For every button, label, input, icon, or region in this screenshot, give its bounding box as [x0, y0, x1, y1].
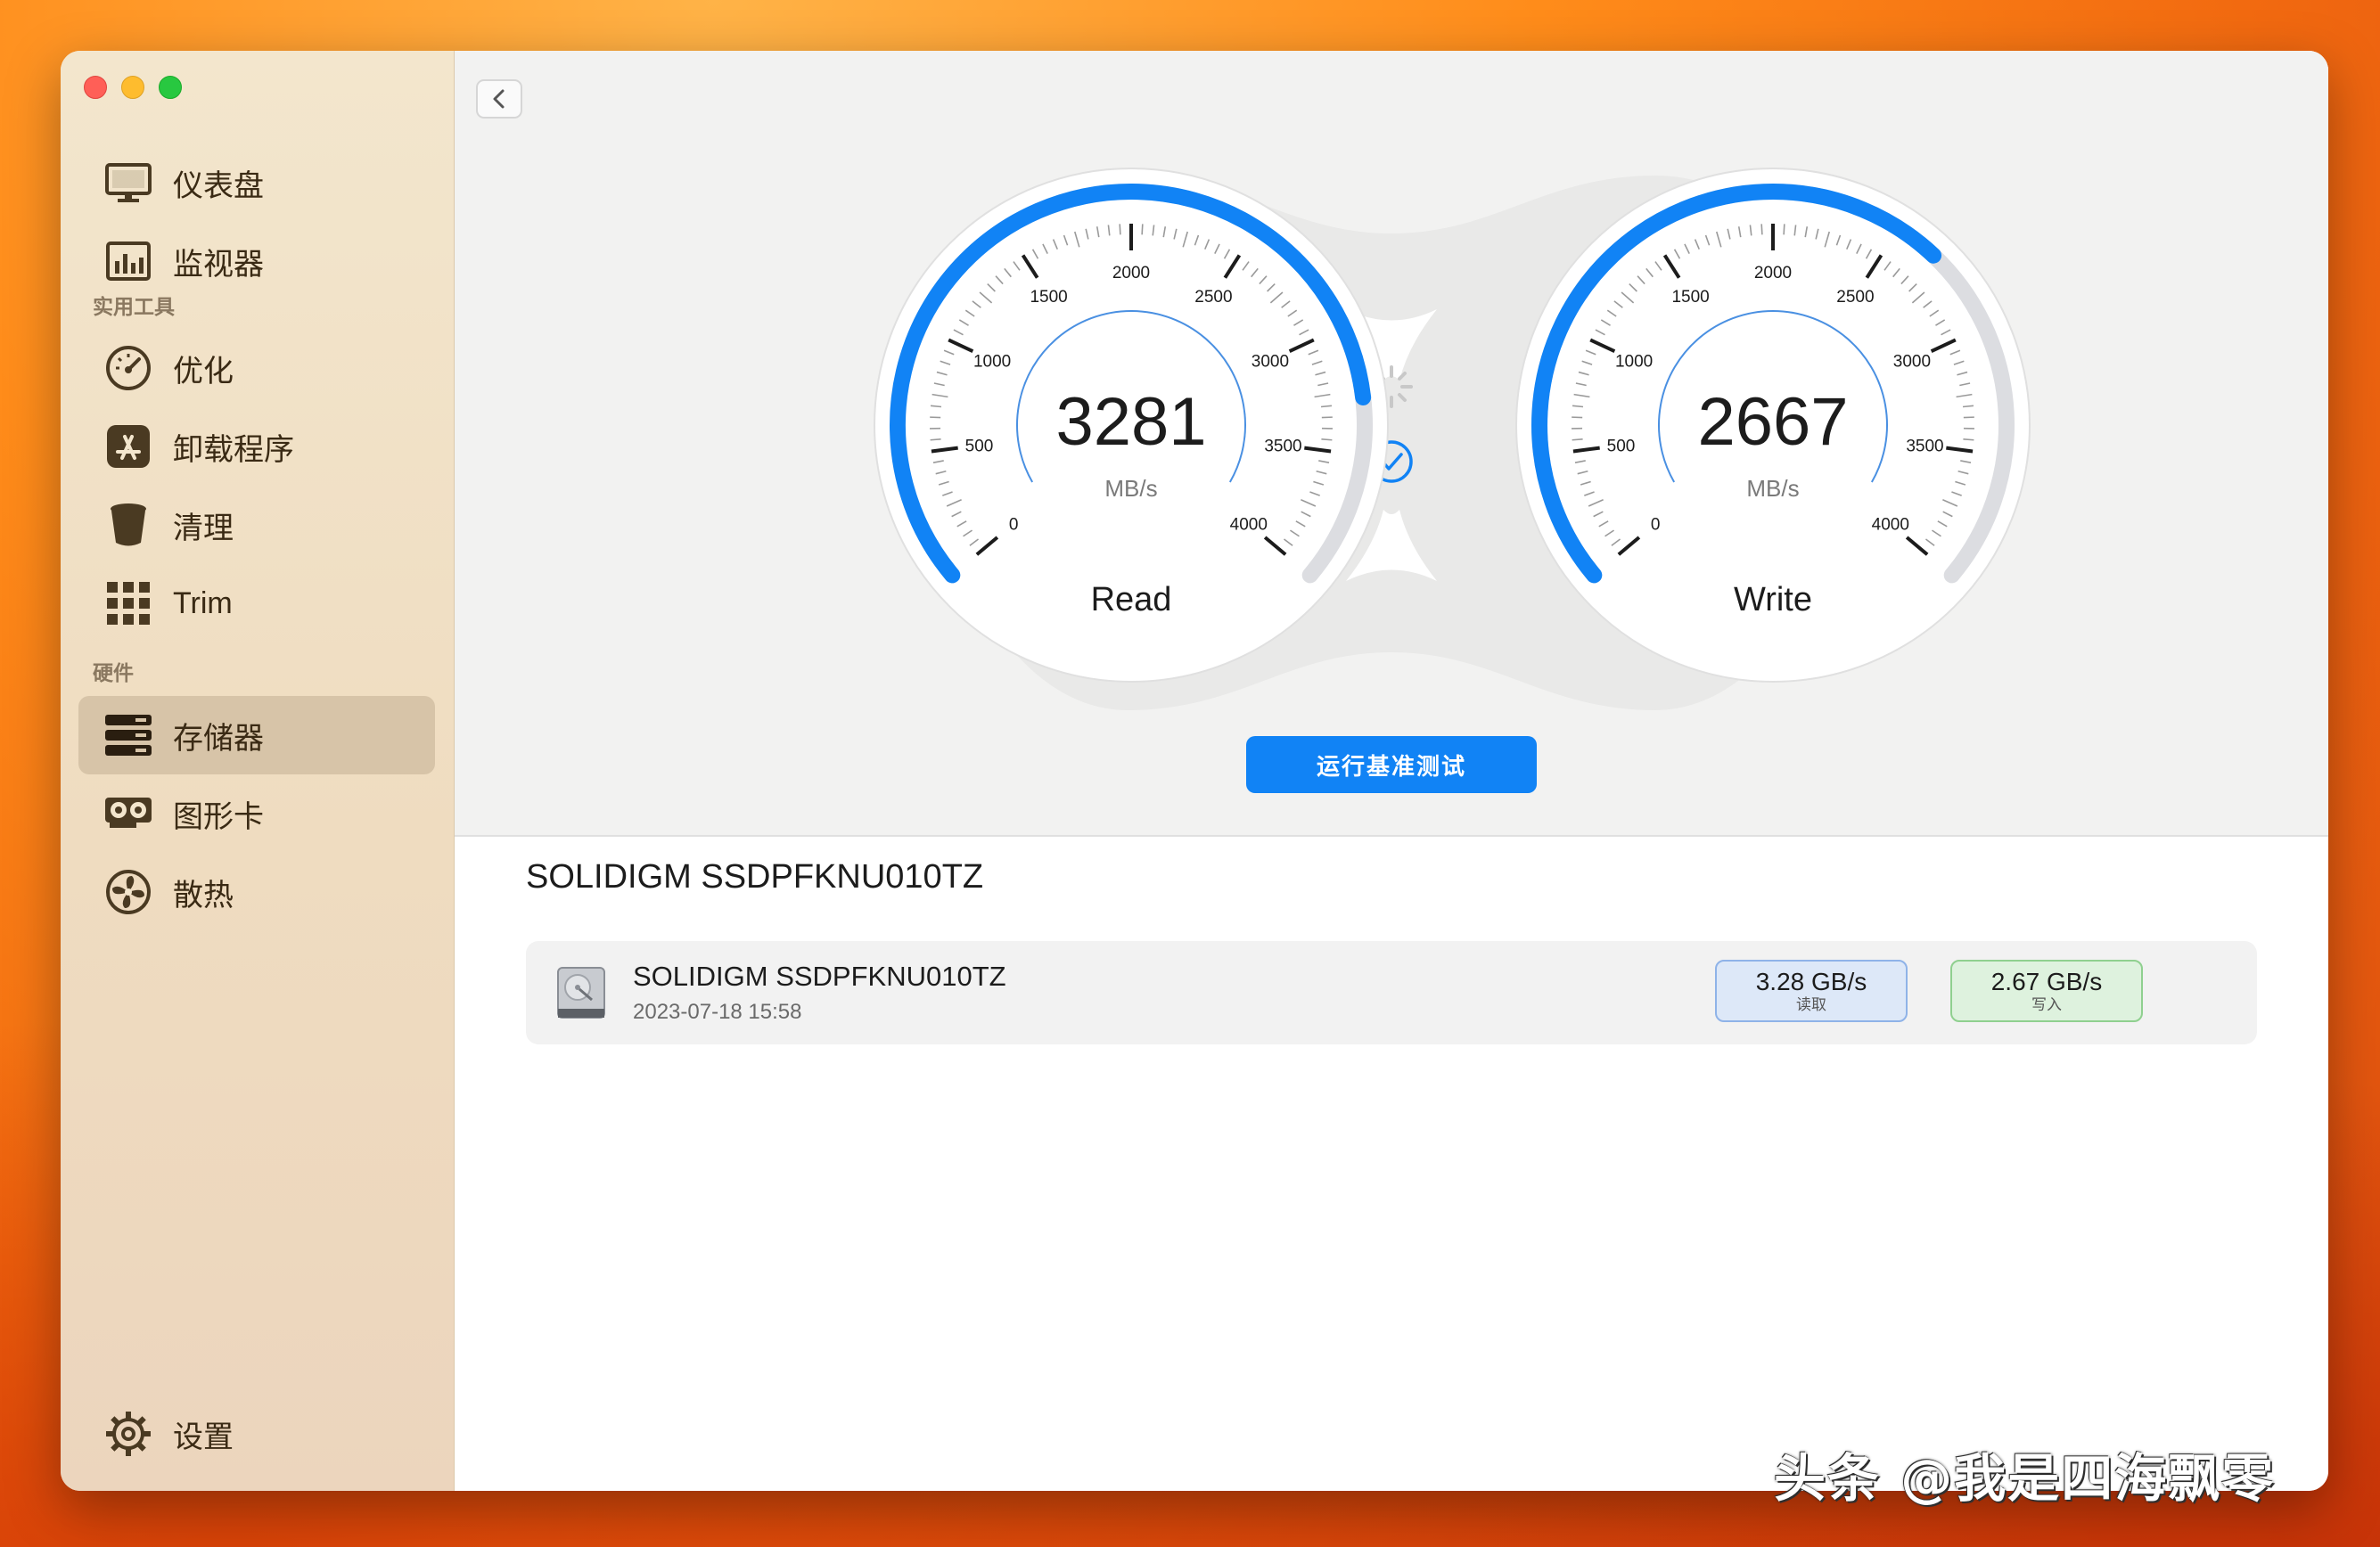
write-gauge-tick-label: 1000 [1615, 352, 1653, 371]
write-gauge-tick [1760, 224, 1763, 235]
gauges-graphic: 0 500 1000 1500 2000 2500 3000 3500 4000 3281 MB… [874, 168, 2031, 710]
read-speed-value: 3.28 GB/s [1755, 968, 1867, 995]
sidebar-item-clean[interactable]: 清理 [78, 486, 435, 564]
write-gauge-tick [1963, 438, 1974, 441]
write-gauge-tick-label: 3500 [1906, 438, 1943, 456]
benchmark-result-row[interactable]: SOLIDIGM SSDPFKNU010TZ 2023-07-18 15:58 … [526, 941, 2257, 1044]
sidebar-item-uninstaller[interactable]: 卸载程序 [78, 407, 435, 486]
sidebar-item-label: 设置 [173, 1419, 234, 1455]
gpu-icon [103, 789, 153, 839]
sidebar: 仪表盘 监视器 实用工具 优化 卸载程序 清理 Trim 硬件 存储器 图形卡 … [61, 51, 455, 1491]
fan-icon [103, 867, 153, 917]
write-speed-badge: 2.67 GB/s 写入 [1950, 960, 2143, 1022]
read-gauge: 0 500 1000 1500 2000 2500 3000 3500 4000 3281 MB… [874, 168, 1389, 683]
write-gauge-tick-label: 4000 [1872, 516, 1909, 535]
benchmark-panel: 0 500 1000 1500 2000 2500 3000 3500 4000 3281 MB… [455, 51, 2328, 837]
sidebar-item-label: 卸载程序 [173, 431, 294, 468]
read-gauge-tick-label: 4000 [1230, 516, 1268, 535]
sidebar-item-trim[interactable]: Trim [78, 564, 435, 643]
read-gauge-tick [1141, 224, 1144, 235]
trash-bin-icon [103, 500, 153, 550]
sidebar-item-label: 监视器 [173, 246, 264, 282]
read-gauge-tick-label: 3500 [1264, 438, 1301, 456]
sidebar-item-label: 优化 [173, 353, 234, 389]
read-gauge-label: Read [1091, 581, 1172, 618]
read-gauge-tick [1321, 438, 1333, 441]
window-controls [84, 76, 182, 99]
write-gauge-tick-label: 2500 [1836, 288, 1874, 307]
read-gauge-tick-label: 1500 [1030, 288, 1067, 307]
sidebar-item-graphics[interactable]: 图形卡 [78, 774, 435, 853]
close-window-button[interactable] [84, 76, 107, 99]
read-gauge-tick [930, 438, 941, 441]
sidebar-item-label: 仪表盘 [173, 168, 264, 204]
read-speed-label: 读取 [1796, 996, 1826, 1014]
sidebar-item-cooling[interactable]: 散热 [78, 853, 435, 931]
monitor-icon [103, 158, 153, 208]
sidebar-item-monitor[interactable]: 监视器 [78, 222, 435, 300]
main-content: 0 500 1000 1500 2000 2500 3000 3500 4000 3281 MB… [455, 51, 2328, 1491]
grid-icon [103, 578, 153, 628]
read-gauge-unit: MB/s [1104, 475, 1157, 502]
read-speed-badge: 3.28 GB/s 读取 [1715, 960, 1908, 1022]
write-gauge-unit: MB/s [1746, 475, 1799, 502]
sidebar-item-label: 存储器 [173, 720, 264, 757]
app-window: 仪表盘 监视器 实用工具 优化 卸载程序 清理 Trim 硬件 存储器 图形卡 … [61, 51, 2328, 1491]
disk-title: SOLIDIGM SSDPFKNU010TZ [526, 858, 984, 896]
sidebar-item-dashboard[interactable]: 仪表盘 [78, 143, 435, 222]
write-gauge-tick-label: 0 [1651, 516, 1661, 535]
read-gauge-tick-label: 3000 [1252, 352, 1289, 371]
write-gauge-value: 2667 [1697, 384, 1848, 460]
write-speed-label: 写入 [2031, 996, 2062, 1014]
write-gauge-tick-label: 500 [1607, 438, 1636, 456]
write-gauge-tick-label: 1500 [1671, 288, 1709, 307]
section-label-tools: 实用工具 [93, 296, 175, 319]
write-gauge-tick-label: 2000 [1754, 264, 1792, 282]
watermark-text: 头条 @我是四海飘零 [1774, 1448, 2276, 1509]
storage-icon [103, 710, 153, 760]
result-disk-name: SOLIDIGM SSDPFKNU010TZ [633, 961, 1006, 992]
read-gauge-tick-label: 1000 [973, 352, 1011, 371]
write-speed-value: 2.67 GB/s [1990, 968, 2103, 995]
read-gauge-value: 3281 [1055, 384, 1206, 460]
chart-icon [103, 236, 153, 286]
write-gauge-tick [1783, 224, 1785, 235]
write-gauge-tick-label: 3000 [1893, 352, 1931, 371]
write-gauge: 0 500 1000 1500 2000 2500 3000 3500 4000 2667 MB… [1515, 168, 2031, 683]
read-gauge-tick-label: 2500 [1194, 288, 1232, 307]
write-gauge-label: Write [1734, 581, 1812, 618]
read-gauge-tick-label: 0 [1009, 516, 1019, 535]
speedometer-icon [103, 343, 153, 393]
read-gauge-tick-label: 2000 [1112, 264, 1150, 282]
sidebar-item-storage[interactable]: 存储器 [78, 696, 435, 774]
minimize-window-button[interactable] [121, 76, 144, 99]
sidebar-item-optimize[interactable]: 优化 [78, 329, 435, 407]
sidebar-item-label: 清理 [173, 510, 234, 546]
result-timestamp: 2023-07-18 15:58 [633, 1000, 802, 1024]
write-gauge-tick [1572, 438, 1583, 441]
read-gauge-tick-label: 500 [965, 438, 994, 456]
sidebar-item-label: Trim [173, 585, 233, 620]
app-store-icon [103, 422, 153, 471]
run-benchmark-button[interactable]: 运行基准测试 [1246, 736, 1537, 793]
maximize-window-button[interactable] [159, 76, 182, 99]
sidebar-item-label: 图形卡 [173, 798, 264, 835]
gear-icon [103, 1409, 153, 1459]
section-label-hardware: 硬件 [93, 662, 134, 685]
hard-drive-icon [556, 966, 606, 1019]
sidebar-item-settings[interactable]: 设置 [78, 1395, 435, 1473]
sidebar-item-label: 散热 [173, 877, 234, 913]
